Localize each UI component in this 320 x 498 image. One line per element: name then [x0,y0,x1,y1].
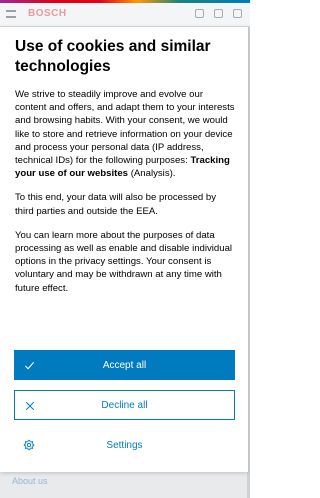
dialog-content: Use of cookies and similar technologies … [15,37,235,295]
page: BOSCH About us Use of cookies and simila… [0,0,250,498]
accept-all-label: Accept all [102,359,147,371]
gear-icon [23,433,35,457]
consent-paragraph-third-parties: To this end, your data will also be proc… [15,192,217,217]
decline-all-label: Decline all [101,399,148,411]
globe-icon[interactable] [233,9,242,18]
accept-all-button[interactable]: Accept all [14,350,235,380]
footer-link[interactable]: About us [12,476,48,486]
user-icon[interactable] [195,9,204,18]
menu-icon[interactable] [6,10,16,18]
checkmark-icon [24,350,35,380]
close-icon [25,391,35,421]
site-header: BOSCH [0,0,250,27]
consent-paragraph-settings: You can learn more about the purposes of… [15,229,233,294]
dialog-title: Use of cookies and similar technologies [15,38,211,75]
consent-paragraph-purposes: We strive to steadily improve and evolve… [15,88,235,180]
cookie-consent-dialog: Use of cookies and similar technologies … [0,27,248,472]
brand-stripe [0,0,250,3]
paragraph-text-end: (Analysis). [128,168,176,180]
settings-button[interactable]: Settings [14,433,235,457]
header-icons [195,9,242,18]
site-logo: BOSCH [28,8,67,19]
settings-label: Settings [106,439,143,451]
decline-all-button[interactable]: Decline all [14,390,235,420]
search-icon[interactable] [214,9,223,18]
